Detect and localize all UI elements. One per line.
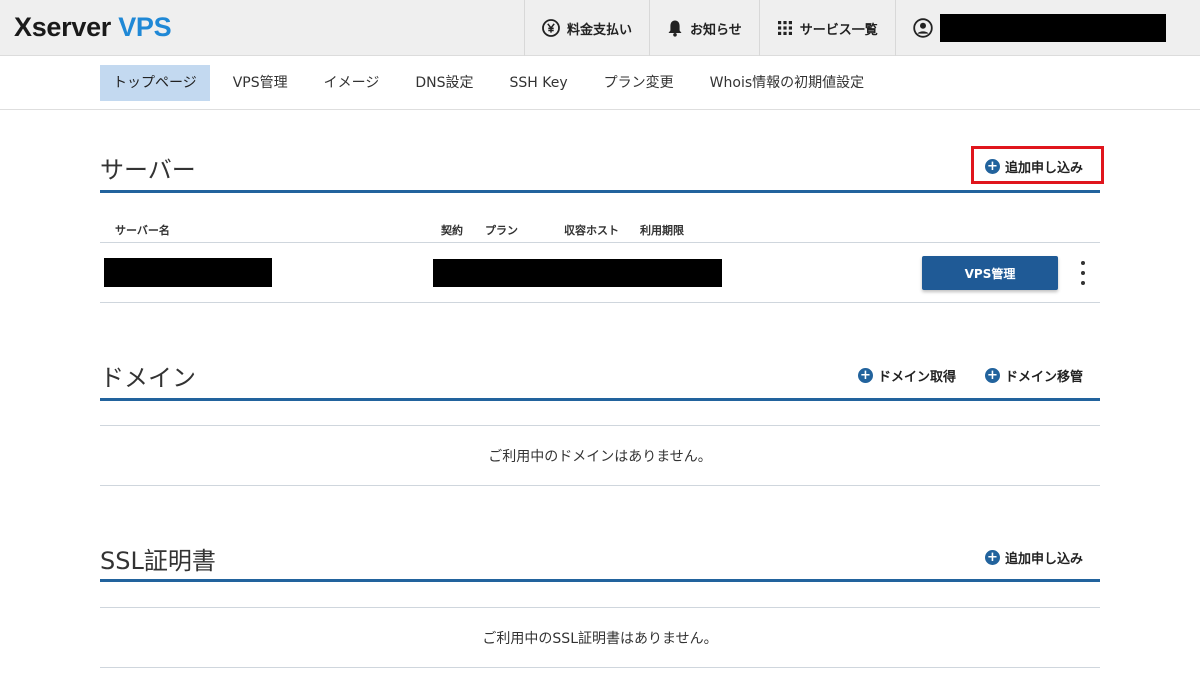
column-header-plan: プラン [485,224,518,237]
bell-icon [667,19,683,37]
highlight-box [971,146,1104,184]
tab-plan-change[interactable]: プラン変更 [591,65,687,101]
server-section-title: サーバー [100,156,196,184]
tab-top-page[interactable]: トップページ [100,65,210,101]
tab-vps-management[interactable]: VPS管理 [220,65,301,101]
server-details-redacted [433,259,722,287]
more-options-icon[interactable] [1076,261,1090,285]
yen-circle-icon [542,19,560,37]
plus-circle-icon: + [985,550,1000,565]
column-header-server-name: サーバー名 [115,224,170,237]
user-name-redacted [939,14,1166,42]
tab-image[interactable]: イメージ [311,65,393,101]
header-user-menu[interactable] [894,0,1166,56]
vps-manage-button[interactable]: VPS管理 [922,256,1058,290]
domain-section-divider [100,398,1100,401]
tab-whois-defaults[interactable]: Whois情報の初期値設定 [697,65,877,101]
sub-navigation: トップページ VPS管理 イメージ DNS設定 SSH Key プラン変更 Wh… [0,56,1200,110]
header-nav-payment[interactable]: 料金支払い [524,0,649,56]
domain-empty-message: ご利用中のドメインはありません。 [488,449,712,465]
column-header-host: 収容ホスト [564,224,619,237]
server-name-redacted [104,258,272,287]
domain-acquire-label: ドメイン取得 [878,370,957,385]
ssl-add-label: 追加申し込み [1005,552,1084,567]
header-nav: 料金支払い お知らせ サービス一覧 [524,0,1166,56]
ssl-list-top-divider [100,607,1100,608]
tab-dns-settings[interactable]: DNS設定 [402,65,486,101]
ssl-empty-message: ご利用中のSSL証明書はありません。 [482,631,718,647]
domain-list-bottom-divider [100,485,1100,486]
logo-text-xserver: Xserver [14,12,111,42]
logo[interactable]: Xserver VPS [14,10,172,44]
domain-list-top-divider [100,425,1100,426]
user-circle-icon [913,18,933,38]
plus-circle-icon: + [858,368,873,383]
header-nav-label: お知らせ [690,22,742,38]
column-header-expiry: 利用期限 [640,224,684,237]
domain-transfer-label: ドメイン移管 [1005,370,1084,385]
server-section-divider [100,190,1100,193]
domain-section-title: ドメイン [100,364,196,392]
plus-circle-icon: + [985,368,1000,383]
ssl-add-application-link[interactable]: + 追加申し込み [985,548,1083,567]
ssl-section-divider [100,579,1100,582]
header-nav-services[interactable]: サービス一覧 [758,0,895,56]
ssl-section-title: SSL証明書 [100,547,216,575]
header-nav-notice[interactable]: お知らせ [649,0,759,56]
header-nav-label: 料金支払い [567,22,633,38]
logo-text-vps: VPS [118,12,172,42]
table-row-divider [100,302,1100,303]
header-nav-label: サービス一覧 [799,22,878,38]
tab-ssh-key[interactable]: SSH Key [497,65,581,101]
ssl-list-bottom-divider [100,667,1100,668]
grid-icon [777,20,793,36]
domain-transfer-link[interactable]: + ドメイン移管 [985,366,1083,385]
domain-acquire-link[interactable]: + ドメイン取得 [858,366,956,385]
table-header-divider [100,242,1100,243]
column-header-contract: 契約 [441,224,463,237]
tab-list: トップページ VPS管理 イメージ DNS設定 SSH Key プラン変更 Wh… [100,65,887,101]
top-header: Xserver VPS 料金支払い お知らせ サービス一覧 [0,0,1200,56]
